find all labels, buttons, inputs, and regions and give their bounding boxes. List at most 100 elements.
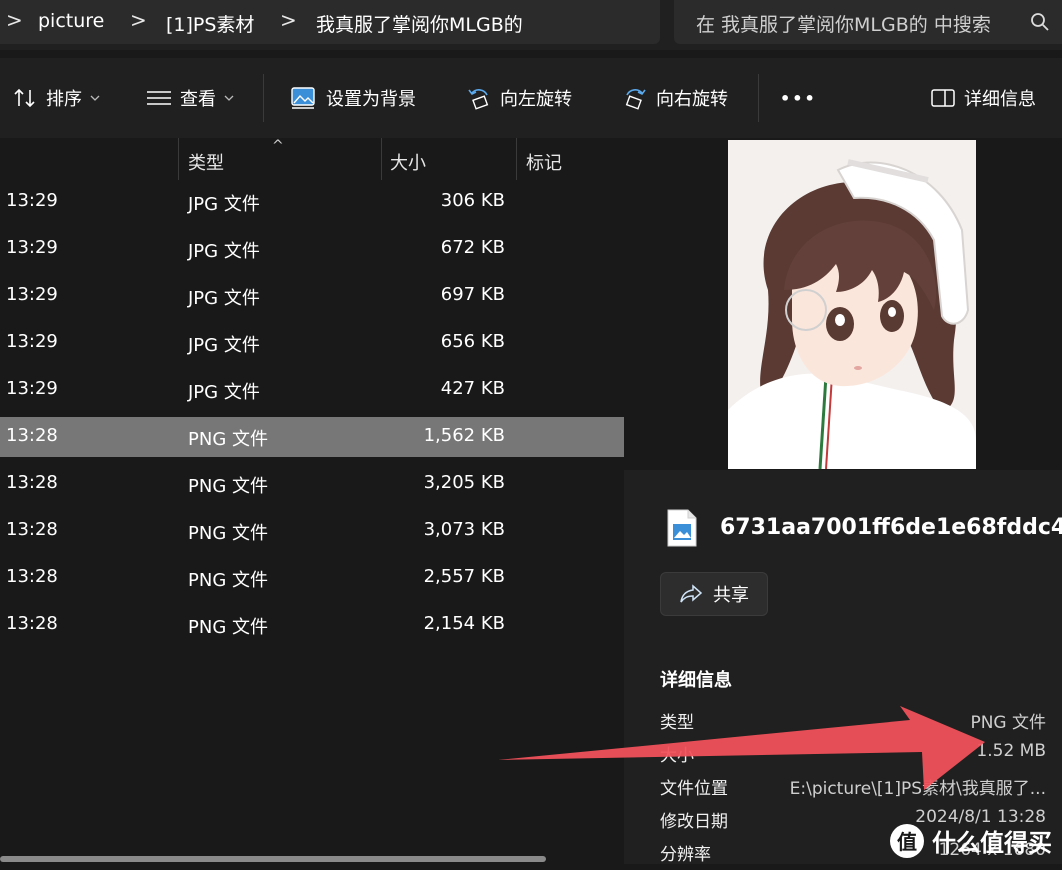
file-type: PNG 文件 [188,617,268,638]
breadcrumb-item-ps-material[interactable]: [1]PS素材 [166,10,254,37]
detail-value: PNG 文件 [970,713,1046,733]
toolbar-divider [263,74,264,122]
file-time: 13:28 [6,519,58,540]
breadcrumb-separator: > [280,8,297,32]
horizontal-scrollbar[interactable] [0,856,546,862]
details-pane: 6731aa7001ff6de1e68fddc4... 共享 详细信息 类型 P… [624,138,1062,865]
file-list: 类型 ^ 大小 标记 13:29 JPG 文件 306 KB 13:29 JPG 文件 6… [0,138,624,864]
detail-row-type: 类型 PNG 文件 [660,708,1046,738]
file-row[interactable]: 13:29 JPG 文件 427 KB [0,370,624,410]
sort-button[interactable]: 排序 [12,80,100,116]
rotate-right-label: 向右旋转 [656,89,728,110]
rotate-left-icon [468,89,489,110]
more-options-button[interactable]: ••• [780,80,817,116]
file-row[interactable]: 13:28 PNG 文件 2,154 KB [0,605,624,645]
file-row[interactable]: 13:29 JPG 文件 656 KB [0,323,624,363]
file-row[interactable]: 13:28 PNG 文件 3,205 KB [0,464,624,504]
column-divider[interactable] [516,138,517,180]
chevron-down-icon [224,95,234,101]
file-size: 427 KB [440,378,505,399]
file-time: 13:29 [6,331,58,352]
detail-label: 类型 [660,713,694,733]
file-type: JPG 文件 [188,241,260,262]
view-label: 查看 [180,89,216,110]
search-box[interactable]: 在 我真服了掌阅你MLGB的 中搜索 [674,0,1062,44]
file-time: 13:29 [6,378,58,399]
detail-row-location: 文件位置 E:\picture\[1]PS素材\我真服了... [660,774,1046,804]
anime-girl-illustration [728,140,976,469]
detail-label: 分辨率 [660,845,711,865]
detail-row-size: 大小 1.52 MB [660,741,1046,771]
share-icon [680,584,703,603]
file-size: 3,073 KB [423,519,505,540]
breadcrumb: > picture > [1]PS素材 > 我真服了掌阅你MLGB的 [0,0,660,44]
file-time: 13:29 [6,284,58,305]
sort-label: 排序 [46,89,82,110]
share-label: 共享 [713,585,749,606]
sort-indicator-icon: ^ [272,138,284,154]
file-time: 13:29 [6,237,58,258]
rotate-left-button[interactable]: 向左旋转 [466,80,572,116]
rotate-right-button[interactable]: 向右旋转 [622,80,728,116]
file-row[interactable]: 13:28 PNG 文件 3,073 KB [0,511,624,551]
detail-label: 修改日期 [660,812,728,832]
rotate-left-label: 向左旋转 [500,89,572,110]
column-header-row: 类型 ^ 大小 标记 [0,138,624,182]
set-background-icon [291,87,315,109]
detail-label: 文件位置 [660,779,728,799]
file-size: 2,557 KB [423,566,505,587]
file-type: JPG 文件 [188,288,260,309]
column-divider[interactable] [381,138,382,180]
file-time: 13:28 [6,613,58,634]
breadcrumb-item-picture[interactable]: picture [38,10,104,32]
file-row[interactable]: 13:29 JPG 文件 697 KB [0,276,624,316]
title-bar: > picture > [1]PS素材 > 我真服了掌阅你MLGB的 在 我真服… [0,0,1062,50]
column-divider[interactable] [178,138,179,180]
command-bar: 排序 查看 设置为背景 向左旋转 向右旋转 ••• 详细信息 [0,58,1062,138]
file-size: 2,154 KB [423,613,505,634]
png-file-icon [667,509,697,547]
file-size: 672 KB [440,237,505,258]
file-type: JPG 文件 [188,382,260,403]
file-time: 13:28 [6,425,58,446]
breadcrumb-item-current-folder[interactable]: 我真服了掌阅你MLGB的 [316,10,523,37]
file-name: 6731aa7001ff6de1e68fddc4... [720,515,1062,540]
set-as-background-button[interactable]: 设置为背景 [290,80,416,116]
chevron-down-icon [90,95,100,101]
file-time: 13:29 [6,190,58,211]
watermark: 值 什么值得买 [890,823,1052,858]
details-section-title: 详细信息 [660,670,732,691]
file-type: JPG 文件 [188,335,260,356]
set-background-label: 设置为背景 [326,89,416,110]
watermark-text: 什么值得买 [932,829,1052,857]
file-row[interactable]: 13:28 PNG 文件 1,562 KB [0,417,624,457]
view-button[interactable]: 查看 [146,80,234,116]
file-row[interactable]: 13:29 JPG 文件 672 KB [0,229,624,269]
search-icon[interactable] [1030,12,1050,32]
file-type: PNG 文件 [188,476,268,497]
share-button[interactable]: 共享 [660,572,768,616]
file-size: 656 KB [440,331,505,352]
file-row[interactable]: 13:28 PNG 文件 2,557 KB [0,558,624,598]
file-row[interactable]: 13:29 JPG 文件 306 KB [0,182,624,222]
detail-label: 大小 [660,746,694,766]
file-type: JPG 文件 [188,194,260,215]
detail-value: 1.52 MB [976,741,1046,761]
column-header-tags[interactable]: 标记 [526,149,562,175]
search-input[interactable]: 在 我真服了掌阅你MLGB的 中搜索 [696,10,1006,37]
file-size: 306 KB [440,190,505,211]
file-time: 13:28 [6,472,58,493]
image-thumbnail [728,140,976,469]
watermark-badge: 值 [890,823,924,858]
details-label: 详细信息 [964,89,1036,110]
sort-icon [14,88,35,108]
detail-value[interactable]: E:\picture\[1]PS素材\我真服了... [790,774,1046,799]
file-type: PNG 文件 [188,429,268,450]
column-header-size[interactable]: 大小 [390,149,426,175]
preview-area [624,138,1062,470]
toolbar-divider [758,74,759,122]
view-icon [147,91,171,105]
column-header-type[interactable]: 类型 [188,149,224,175]
file-size: 1,562 KB [423,425,505,446]
details-pane-button[interactable]: 详细信息 [930,80,1036,116]
